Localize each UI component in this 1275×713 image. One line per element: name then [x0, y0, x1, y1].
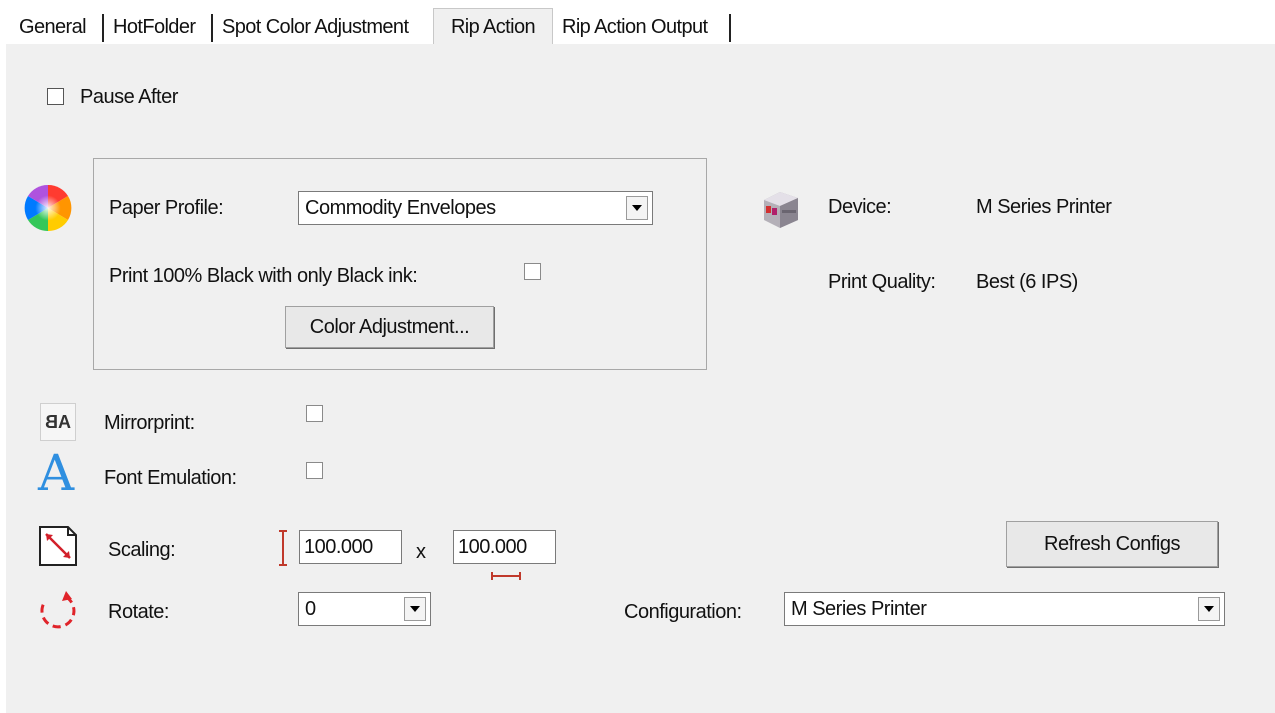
- chevron-down-icon[interactable]: [626, 196, 648, 220]
- chevron-down-icon[interactable]: [1198, 597, 1220, 621]
- mirrorprint-checkbox[interactable]: [306, 405, 323, 422]
- printer-icon: [764, 192, 798, 228]
- mirrorprint-label: Mirrorprint:: [104, 412, 195, 434]
- tab-separator: [102, 14, 104, 42]
- font-emulation-icon: A: [37, 444, 75, 502]
- print-quality-label: Print Quality:: [828, 271, 936, 293]
- pause-after-checkbox[interactable]: [47, 88, 64, 105]
- scaling-separator: x: [416, 541, 426, 563]
- font-emulation-label: Font Emulation:: [104, 467, 237, 489]
- refresh-configs-button[interactable]: Refresh Configs: [1006, 521, 1218, 567]
- pause-after-label: Pause After: [80, 86, 178, 108]
- paper-profile-value: Commodity Envelopes: [305, 197, 496, 219]
- scaling-label: Scaling:: [108, 539, 176, 561]
- device-label: Device:: [828, 196, 892, 218]
- configuration-label: Configuration:: [624, 601, 742, 623]
- tab-separator: [211, 14, 213, 42]
- paper-profile-label: Paper Profile:: [109, 197, 224, 219]
- black-ink-checkbox[interactable]: [524, 263, 541, 280]
- tab-spot-color-adjustment[interactable]: Spot Color Adjustment: [222, 12, 409, 42]
- vertical-resize-icon: [279, 530, 287, 566]
- color-wheel-icon: [24, 184, 72, 232]
- paper-profile-dropdown[interactable]: Commodity Envelopes: [298, 191, 653, 225]
- tab-hotfolder[interactable]: HotFolder: [113, 12, 196, 42]
- scaling-width-input[interactable]: 100.000: [453, 530, 556, 564]
- rotate-dropdown[interactable]: 0: [298, 592, 431, 626]
- black-ink-label: Print 100% Black with only Black ink:: [109, 265, 418, 287]
- color-adjustment-button[interactable]: Color Adjustment...: [285, 306, 494, 348]
- rotate-value: 0: [305, 598, 316, 620]
- horizontal-resize-icon: [491, 572, 521, 580]
- tab-separator: [729, 14, 731, 42]
- font-emulation-checkbox[interactable]: [306, 462, 323, 479]
- chevron-down-icon[interactable]: [404, 597, 426, 621]
- rotate-icon: [40, 591, 76, 629]
- device-value: M Series Printer: [976, 196, 1112, 218]
- tab-rip-action-output[interactable]: Rip Action Output: [562, 12, 708, 42]
- scaling-height-input[interactable]: 100.000: [299, 530, 402, 564]
- tab-rip-action[interactable]: Rip Action: [433, 8, 553, 45]
- print-quality-value: Best (6 IPS): [976, 271, 1078, 293]
- mirrorprint-icon: AB: [40, 403, 76, 441]
- configuration-dropdown[interactable]: M Series Printer: [784, 592, 1225, 626]
- scaling-icon: [39, 526, 77, 566]
- rotate-label: Rotate:: [108, 601, 169, 623]
- tab-general[interactable]: General: [19, 12, 87, 42]
- tab-bar: General HotFolder Spot Color Adjustment …: [0, 0, 1275, 45]
- configuration-value: M Series Printer: [791, 598, 927, 620]
